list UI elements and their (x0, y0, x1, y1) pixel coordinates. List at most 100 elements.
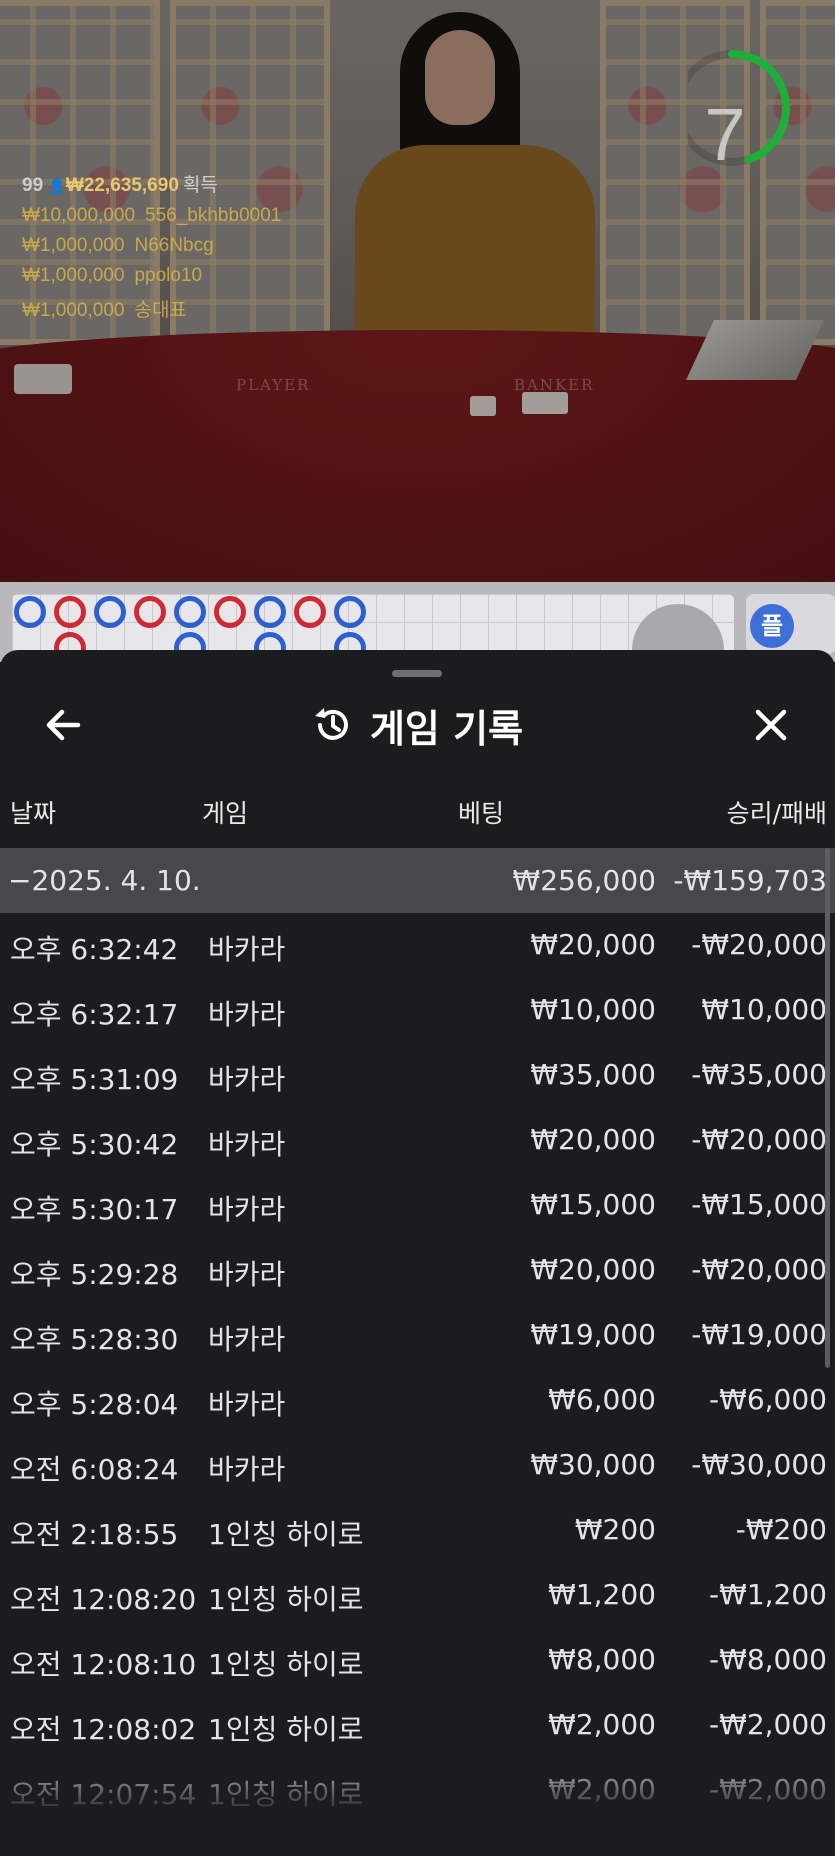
history-row[interactable]: 오전 6:08:24 바카라 ₩30,000 -₩30,000 (0, 1433, 835, 1498)
record-game: 바카라 (208, 1128, 286, 1161)
record-game: 바카라 (208, 1388, 286, 1421)
winner-user: 556_bkhbb0001 (145, 205, 282, 226)
history-row[interactable]: 오후 5:30:17 바카라 ₩15,000 -₩15,000 (0, 1173, 835, 1238)
record-bet: ₩6,000 (548, 1383, 656, 1416)
record-bet: ₩2,000 (548, 1708, 656, 1741)
column-header-game: 게임 (202, 799, 249, 828)
winner-user: N66Nbcg (134, 235, 214, 256)
history-row[interactable]: 오전 12:08:10 1인칭 하이로 ₩8,000 -₩8,000 (0, 1628, 835, 1693)
record-time: 오전 12:08:10 (10, 1648, 197, 1681)
winners-list: 99 👤₩22,635,690 획득 ₩10,000,000 556_bkhbb00… (22, 170, 281, 322)
road-side-button[interactable]: 플 (750, 604, 794, 648)
banker-ring-icon (14, 596, 46, 628)
record-result: -₩19,000 (691, 1318, 827, 1351)
banker-ring-icon (174, 596, 206, 628)
record-game: 바카라 (208, 998, 286, 1031)
winner-user: ppolo10 (134, 265, 203, 286)
sheet-header: 게임 기록 (0, 690, 835, 760)
sheet-drag-handle[interactable] (392, 670, 442, 677)
record-game: 바카라 (208, 1193, 286, 1226)
record-result: -₩15,000 (691, 1188, 827, 1221)
banker-ring-icon (94, 596, 126, 628)
record-game: 바카라 (208, 1453, 286, 1486)
record-bet: ₩35,000 (530, 1058, 656, 1091)
player-ring-icon (294, 596, 326, 628)
history-row[interactable]: 오후 5:28:04 바카라 ₩6,000 -₩6,000 (0, 1368, 835, 1433)
title-wrap: 게임 기록 (0, 690, 835, 760)
record-game: 바카라 (208, 1323, 286, 1356)
record-bet: ₩1,200 (548, 1578, 656, 1611)
scrollbar[interactable] (825, 848, 830, 1368)
record-time: 오전 2:18:55 (10, 1518, 179, 1551)
day-bet-total: ₩256,000 (512, 864, 656, 897)
record-game: 1인칭 하이로 (208, 1648, 364, 1681)
history-row[interactable]: 오전 2:18:55 1인칭 하이로 ₩200 -₩200 (0, 1498, 835, 1563)
history-row[interactable]: 오후 5:31:09 바카라 ₩35,000 -₩35,000 (0, 1043, 835, 1108)
winner-amount: ₩1,000,000 (22, 235, 125, 256)
record-result: -₩6,000 (709, 1383, 827, 1416)
record-time: 오후 6:32:17 (10, 998, 179, 1031)
winner-row: ₩1,000,000 N66Nbcg (22, 235, 281, 257)
column-header-bet: 베팅 (458, 799, 505, 828)
winner-row: ₩1,000,000 ppolo10 (22, 265, 281, 287)
record-result: -₩35,000 (691, 1058, 827, 1091)
record-bet: ₩10,000 (530, 993, 656, 1026)
history-row[interactable]: 오전 12:08:20 1인칭 하이로 ₩1,200 -₩1,200 (0, 1563, 835, 1628)
day-result-total: -₩159,703 (673, 864, 827, 897)
record-time: 오후 6:32:42 (10, 933, 179, 966)
timer-value: 7 (704, 93, 746, 176)
column-header-date: 날짜 (10, 799, 57, 828)
history-list[interactable]: −2025. 4. 10. ₩256,000 -₩159,703 오후 6:32… (0, 848, 835, 1823)
sheet-title: 게임 기록 (369, 706, 524, 751)
bead-road-grid (12, 594, 734, 664)
record-result: -₩30,000 (691, 1448, 827, 1481)
live-video: PLAYER BANKER 7 99 👤₩22,635,690 획득 ₩10,00… (0, 0, 835, 582)
history-row[interactable]: 오후 5:30:42 바카라 ₩20,000 -₩20,000 (0, 1108, 835, 1173)
history-row[interactable]: 오후 5:28:30 바카라 ₩19,000 -₩19,000 (0, 1303, 835, 1368)
player-ring-icon (134, 596, 166, 628)
record-time: 오전 12:08:02 (10, 1713, 197, 1746)
record-result: -₩20,000 (691, 1123, 827, 1156)
bottom-fade (0, 1746, 835, 1856)
history-row[interactable]: 오후 5:29:28 바카라 ₩20,000 -₩20,000 (0, 1238, 835, 1303)
winner-user: 송대표 (134, 300, 187, 321)
record-result: -₩20,000 (691, 928, 827, 961)
record-result: -₩200 (735, 1513, 827, 1546)
player-ring-icon (54, 596, 86, 628)
winners-amount: ₩22,635,690 (65, 175, 179, 196)
record-rows: 오후 6:32:42 바카라 ₩20,000 -₩20,000 오후 6:32:17 바카… (0, 913, 835, 1823)
person-icon: 👤 (48, 178, 66, 194)
record-time: 오후 5:31:09 (10, 1063, 179, 1096)
game-history-sheet: 게임 기록 날짜 게임 베팅 승리/패배 −2025. 4. 10. ₩256,… (0, 650, 835, 1856)
winners-count: 99 (22, 175, 44, 196)
title-group: 게임 기록 (312, 690, 523, 760)
record-time: 오후 5:30:42 (10, 1128, 179, 1161)
close-button[interactable] (746, 700, 796, 750)
banker-ring-icon (334, 596, 366, 628)
player-ring-icon (214, 596, 246, 628)
record-result: -₩1,200 (709, 1578, 827, 1611)
record-game: 바카라 (208, 1258, 286, 1291)
history-row[interactable]: 오후 6:32:17 바카라 ₩10,000 ₩10,000 (0, 978, 835, 1043)
arrow-left-icon (46, 709, 81, 741)
record-result: -₩20,000 (691, 1253, 827, 1286)
record-time: 오후 5:28:04 (10, 1388, 179, 1421)
record-time: 오전 12:08:20 (10, 1583, 197, 1616)
history-row[interactable]: 오후 6:32:42 바카라 ₩20,000 -₩20,000 (0, 913, 835, 978)
banker-ring-icon (254, 596, 286, 628)
day-summary-row[interactable]: −2025. 4. 10. ₩256,000 -₩159,703 (0, 848, 835, 913)
history-icon (314, 708, 348, 740)
record-result: ₩10,000 (701, 993, 827, 1026)
table-header: 날짜 게임 베팅 승리/패배 (0, 794, 835, 834)
winners-total: 99 👤₩22,635,690 획득 (22, 170, 281, 197)
winner-amount: ₩1,000,000 (22, 300, 125, 321)
winner-amount: ₩10,000,000 (22, 205, 136, 226)
record-result: -₩2,000 (709, 1708, 827, 1741)
record-time: 오후 5:30:17 (10, 1193, 179, 1226)
record-bet: ₩200 (574, 1513, 656, 1546)
record-game: 1인칭 하이로 (208, 1518, 364, 1551)
column-header-result: 승리/패배 (726, 799, 827, 828)
back-button[interactable] (40, 700, 90, 750)
record-game: 1인칭 하이로 (208, 1713, 364, 1746)
countdown-timer: 7 (674, 28, 808, 178)
